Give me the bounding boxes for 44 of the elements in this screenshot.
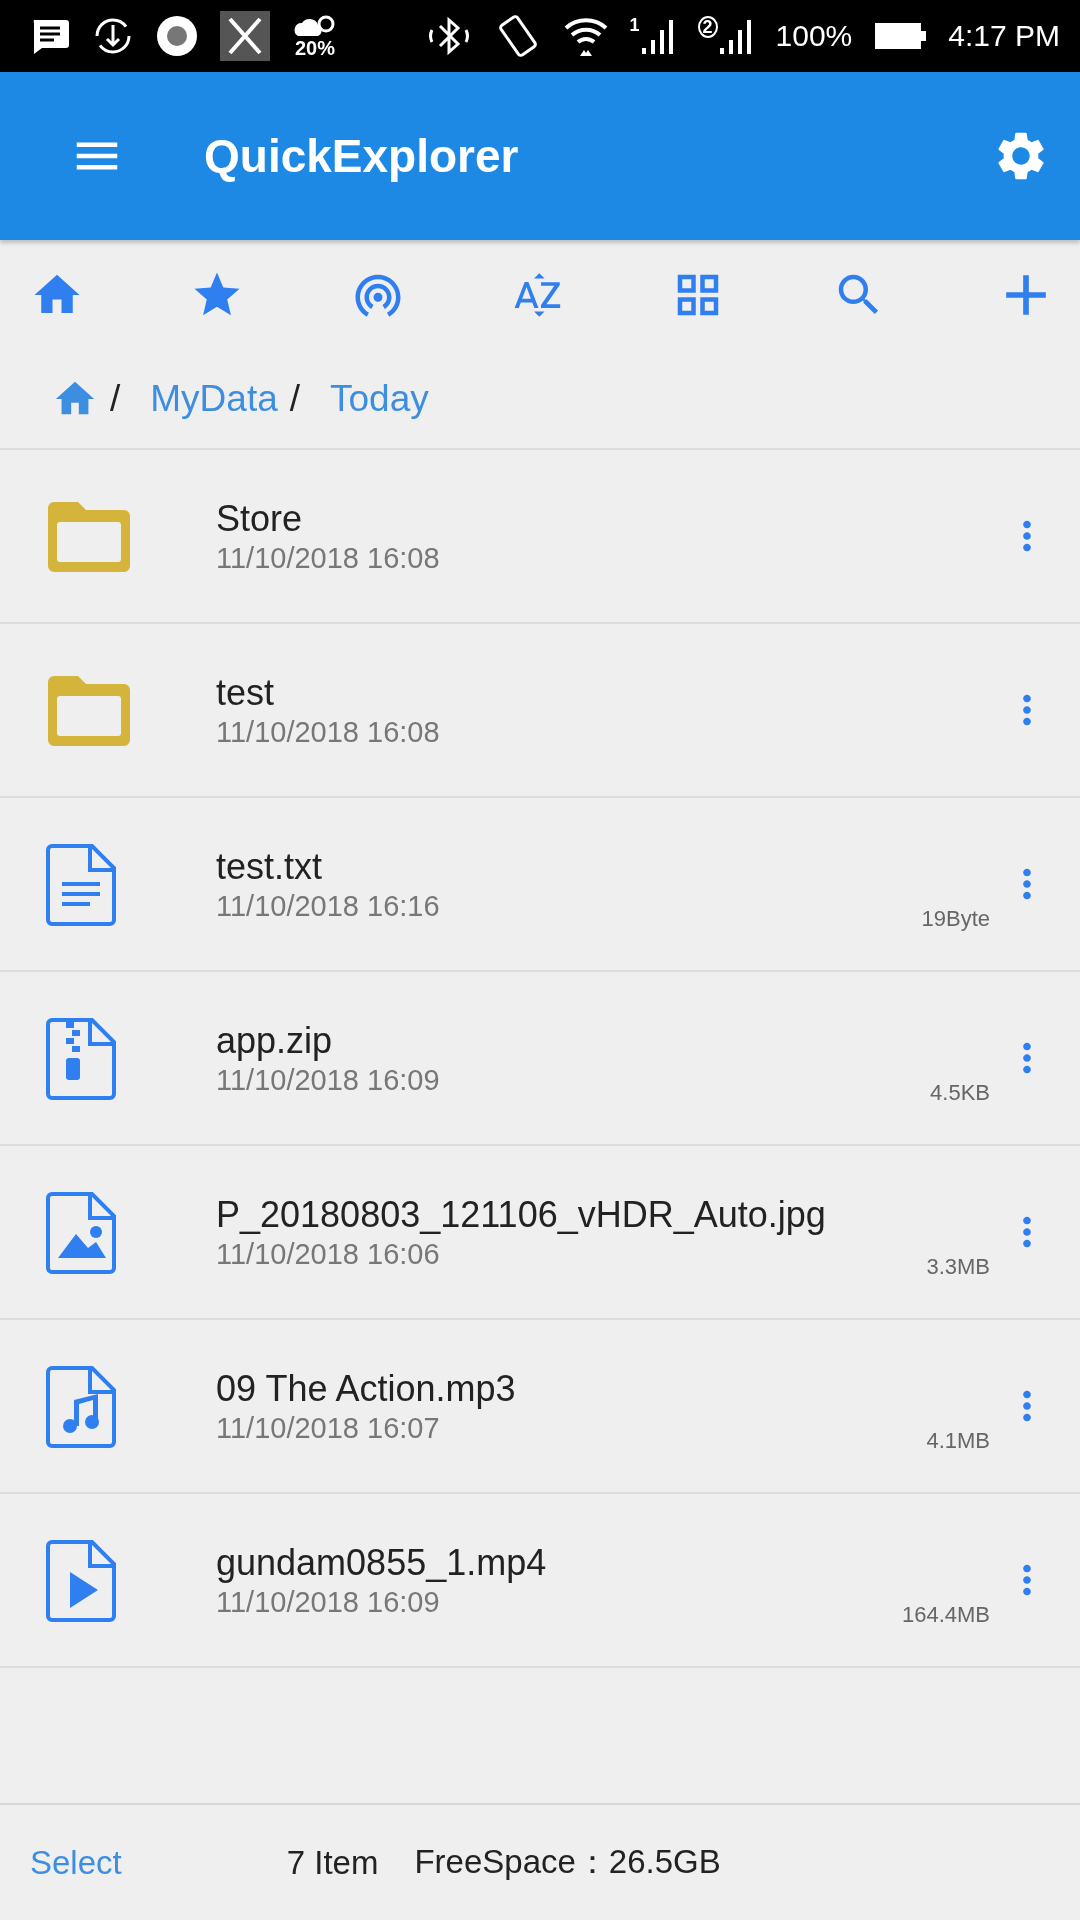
file-row[interactable]: P_20180803_121106_vHDR_Auto.jpg 11/10/2018 16:06 3.3MB: [0, 1146, 1080, 1320]
file-date: 11/10/2018 16:09: [216, 1585, 441, 1619]
sim-number: 1: [629, 16, 640, 34]
document-icon: [46, 842, 118, 926]
weather-reading: 20%: [295, 38, 335, 58]
item-count: 7 Item: [286, 1843, 379, 1882]
record-icon: [156, 15, 198, 57]
file-date: 11/10/2018 16:08: [216, 541, 441, 575]
app-title: QuickExplorer: [204, 129, 520, 183]
file-size: 164.4MB: [901, 1602, 990, 1628]
file-row[interactable]: Store 11/10/2018 16:08: [0, 450, 1080, 624]
file-row[interactable]: 09 The Action.mp3 11/10/2018 16:07 4.1MB: [0, 1320, 1080, 1494]
music-file-icon: [46, 1364, 118, 1448]
file-size: 4.1MB: [926, 1428, 990, 1454]
file-date: 11/10/2018 16:07: [216, 1411, 441, 1445]
file-name: Store: [216, 497, 304, 540]
video-file-icon: [46, 1538, 118, 1622]
file-row[interactable]: gundam0855_1.mp4 11/10/2018 16:09 164.4MB: [0, 1494, 1080, 1668]
file-row[interactable]: test.txt 11/10/2018 16:16 19Byte: [0, 798, 1080, 972]
zip-file-icon: [46, 1016, 118, 1100]
file-row[interactable]: test 11/10/2018 16:08: [0, 624, 1080, 798]
file-size: 4.5KB: [930, 1080, 990, 1106]
file-size: 19Byte: [921, 906, 990, 932]
file-name: 09 The Action.mp3: [216, 1367, 517, 1410]
cross-icon: [220, 11, 270, 61]
file-name: test: [216, 671, 276, 714]
path-separator: /: [289, 378, 301, 420]
free-space: FreeSpace：26.5GB: [414, 1842, 721, 1882]
file-name: gundam0855_1.mp4: [216, 1541, 548, 1584]
file-name: app.zip: [216, 1019, 334, 1062]
file-date: 11/10/2018 16:06: [216, 1237, 441, 1271]
clock-time: 4:17 PM: [948, 19, 1060, 53]
battery-percentage: 100%: [775, 19, 853, 53]
file-name: P_20180803_121106_vHDR_Auto.jpg: [216, 1193, 827, 1236]
battery-icon: [874, 22, 927, 50]
file-date: 11/10/2018 16:16: [216, 889, 441, 923]
file-name: test.txt: [216, 845, 324, 888]
file-date: 11/10/2018 16:09: [216, 1063, 441, 1097]
image-file-icon: [46, 1190, 118, 1274]
file-date: 11/10/2018 16:08: [216, 715, 441, 749]
sim-number: 2: [697, 16, 718, 38]
path-separator: /: [110, 378, 121, 420]
file-size: 3.3MB: [926, 1254, 990, 1280]
file-row[interactable]: app.zip 11/10/2018 16:09 4.5KB: [0, 972, 1080, 1146]
